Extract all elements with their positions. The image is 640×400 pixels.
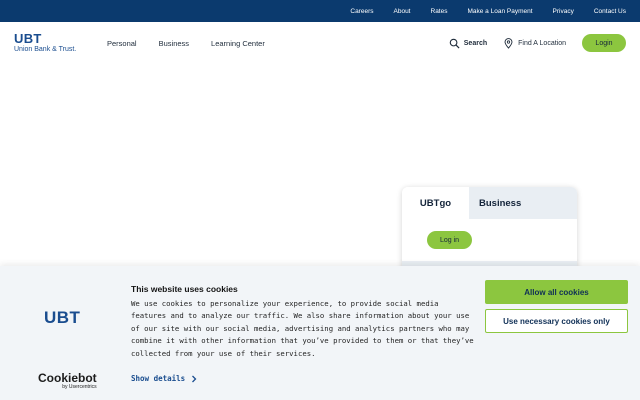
header-login-button[interactable]: Login [582,34,626,52]
show-details-link[interactable]: Show details [131,374,197,383]
header-utility: Search Find A Location Login [449,34,626,52]
main-header: UBT Union Bank & Trust. Personal Busines… [0,22,640,66]
search-button[interactable]: Search [449,38,487,49]
location-pin-icon [504,37,513,49]
search-icon [449,38,460,49]
logo-subtitle: Union Bank & Trust. [14,46,77,53]
consent-logo: UBT [44,308,81,327]
location-label: Find A Location [518,39,566,47]
site-logo[interactable]: UBT Union Bank & Trust. [14,31,77,54]
cookie-consent-banner: UBT Cookiebot by Usercentrics This websi… [0,266,640,400]
nav-business[interactable]: Business [159,39,189,48]
cookiebot-logo[interactable]: Cookiebot by Usercentrics [38,372,97,390]
main-nav: Personal Business Learning Center [107,39,265,48]
top-link-about[interactable]: About [394,8,411,15]
show-details-label: Show details [131,374,186,383]
tab-business[interactable]: Business [469,187,577,219]
chevron-right-icon [192,375,197,382]
consent-body: We use cookies to personalize your exper… [131,299,474,358]
necessary-cookies-button[interactable]: Use necessary cookies only [485,309,628,333]
find-location-button[interactable]: Find A Location [503,37,566,49]
top-link-rates[interactable]: Rates [431,8,448,15]
top-link-careers[interactable]: Careers [350,8,373,15]
nav-personal[interactable]: Personal [107,39,137,48]
top-link-privacy[interactable]: Privacy [553,8,574,15]
search-label: Search [463,39,488,47]
cookiebot-wordmark: Cookiebot [38,371,97,385]
top-links: Careers About Rates Make a Loan Payment … [350,0,626,22]
login-tabs: UBTgo Business [402,187,577,219]
nav-learning-center[interactable]: Learning Center [211,39,265,48]
allow-all-cookies-button[interactable]: Allow all cookies [485,280,628,304]
tab-ubtgo[interactable]: UBTgo [402,187,469,219]
top-link-loan-payment[interactable]: Make a Loan Payment [467,8,532,15]
card-login-button[interactable]: Log in [427,231,472,249]
consent-title: This website uses cookies [131,284,238,294]
top-utility-bar: Careers About Rates Make a Loan Payment … [0,0,640,22]
logo-mark: UBT [14,31,42,46]
top-link-contact[interactable]: Contact Us [594,8,626,15]
